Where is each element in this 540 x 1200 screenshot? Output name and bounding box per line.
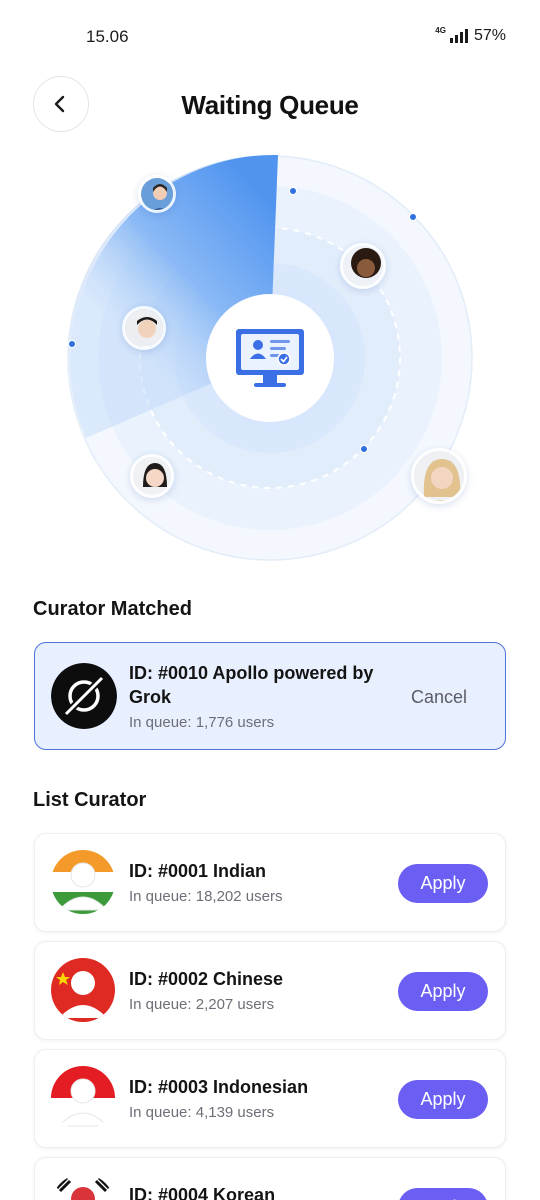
list-curator-title: List Curator — [33, 789, 147, 811]
signal-icon — [449, 29, 468, 43]
avatar — [340, 243, 386, 289]
curator-title: ID: #0001 Indian — [129, 861, 267, 881]
apply-button[interactable]: Apply — [398, 1188, 488, 1200]
page-title: Waiting Queue — [181, 90, 359, 120]
india-flag-avatar — [51, 850, 115, 914]
curator-title: ID: #0003 Indonesian — [129, 1077, 309, 1097]
curator-list-item: ID: #0001 Indian In queue: 18,202 users … — [34, 833, 506, 932]
apply-button[interactable]: Apply — [398, 1080, 488, 1119]
curator-title: ID: #0002 Chinese — [129, 969, 284, 989]
matched-curator-title: ID: #0010 Apollo powered by Grok — [129, 663, 374, 707]
indonesia-flag-avatar — [51, 1066, 115, 1130]
header: Waiting Queue — [0, 76, 540, 136]
curator-queue-count: In queue: 2,207 users — [129, 996, 275, 1013]
status-bar: 15.06 4G 57% — [0, 0, 540, 70]
curator-title: ID: #0004 Korean — [129, 1185, 276, 1200]
status-right: 4G 57% — [435, 27, 506, 45]
korea-flag-avatar — [51, 1174, 115, 1200]
curator-queue-count: In queue: 18,202 users — [129, 888, 283, 905]
network-type: 4G — [435, 26, 446, 35]
matched-queue-count: In queue: 1,776 users — [129, 714, 275, 731]
avatar — [122, 306, 166, 350]
battery-level: 57% — [473, 27, 506, 44]
curator-list-item: ID: #0004 Korean Apply — [34, 1157, 506, 1200]
apply-button[interactable]: Apply — [398, 864, 488, 903]
avatar — [138, 175, 176, 213]
avatar — [411, 448, 467, 504]
matched-curator-card: ID: #0010 Apollo powered by Grok In queu… — [34, 642, 506, 750]
grok-logo — [51, 663, 117, 729]
radar-graphic — [67, 154, 473, 561]
curator-matched-title: Curator Matched — [33, 598, 192, 620]
cancel-button[interactable]: Cancel — [411, 687, 467, 708]
apply-button[interactable]: Apply — [398, 972, 488, 1011]
queue-radar — [60, 148, 480, 568]
status-time: 15.06 — [86, 27, 129, 46]
curator-queue-count: In queue: 4,139 users — [129, 1104, 275, 1121]
curator-list-item: ID: #0003 Indonesian In queue: 4,139 use… — [34, 1049, 506, 1148]
avatar — [130, 454, 174, 498]
curator-list-item: ID: #0002 Chinese In queue: 2,207 users … — [34, 941, 506, 1040]
china-flag-avatar — [51, 958, 115, 1022]
